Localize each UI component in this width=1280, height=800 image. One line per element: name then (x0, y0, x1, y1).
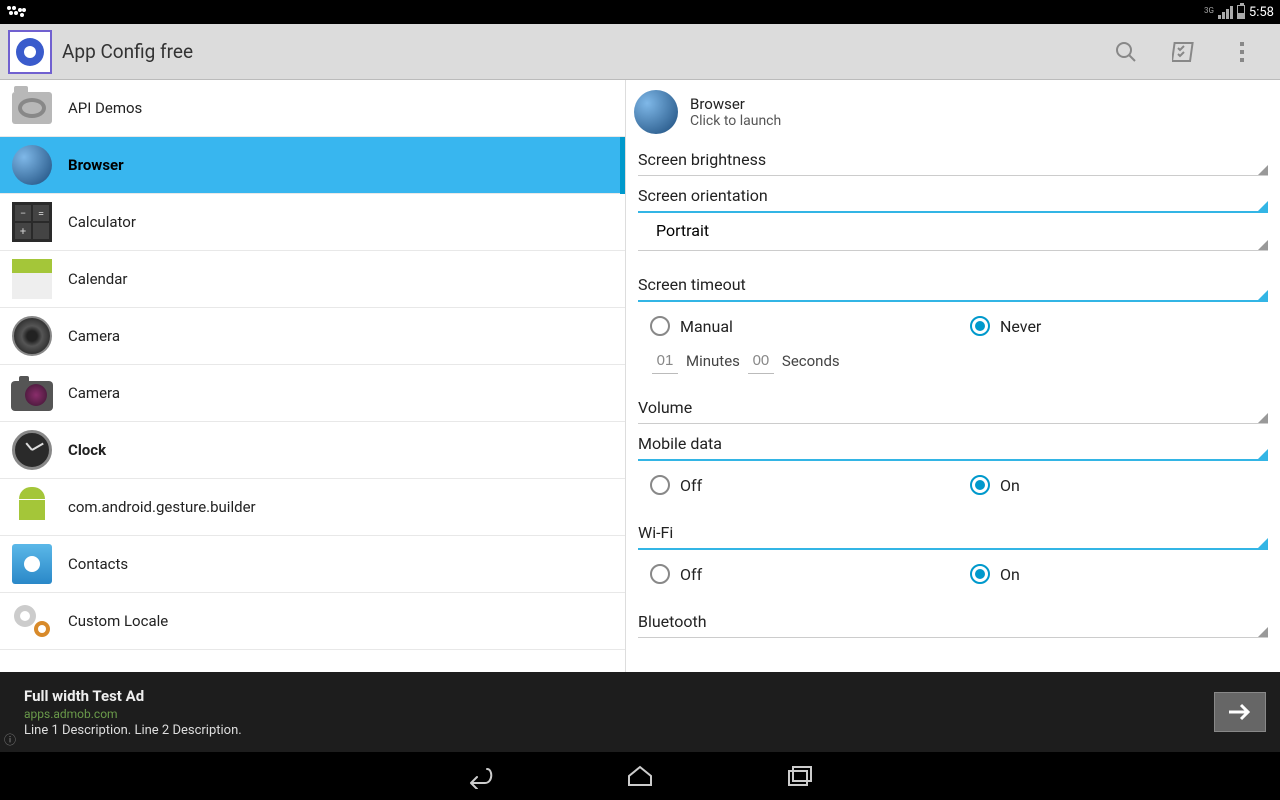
main-content: API Demos Browser −=+ Calculator Calenda… (0, 80, 1280, 672)
app-item-label: Contacts (68, 555, 128, 573)
ad-url: apps.admob.com (24, 707, 242, 721)
app-item-calculator[interactable]: −=+ Calculator (0, 194, 625, 251)
globe-icon (634, 90, 678, 134)
app-item-label: Browser (68, 156, 124, 174)
recents-icon[interactable] (780, 756, 820, 796)
status-bar: 3G 5:58 (0, 0, 1280, 24)
collapse-icon (1258, 538, 1268, 548)
wifi-radio-on[interactable]: On (970, 564, 1230, 584)
globe-icon (10, 143, 54, 187)
app-title: App Config free (62, 40, 1112, 63)
section-timeout[interactable]: Screen timeout (638, 265, 1268, 302)
navigation-bar (0, 752, 1280, 800)
app-item-custom-locale[interactable]: Custom Locale (0, 593, 625, 650)
clock-icon (10, 428, 54, 472)
app-item-clock[interactable]: Clock (0, 422, 625, 479)
calculator-icon: −=+ (10, 200, 54, 244)
expand-icon (1258, 165, 1268, 175)
info-icon[interactable]: ⓘ (4, 731, 16, 748)
app-item-camera-2[interactable]: Camera (0, 365, 625, 422)
signal-icon (1218, 5, 1233, 19)
app-item-label: Camera (68, 327, 120, 345)
dropdown-icon (1258, 240, 1268, 250)
app-item-label: Calendar (68, 270, 128, 288)
ad-banner[interactable]: ⓘ Full width Test Ad apps.admob.com Line… (0, 672, 1280, 752)
timeout-radio-manual[interactable]: Manual (650, 316, 910, 336)
checklist-icon[interactable] (1170, 38, 1198, 66)
home-icon[interactable] (620, 756, 660, 796)
mobiledata-radio-on[interactable]: On (970, 475, 1230, 495)
search-icon[interactable] (1112, 38, 1140, 66)
platform-icon (6, 4, 28, 20)
folder-gear-icon (10, 86, 54, 130)
app-icon[interactable] (8, 30, 52, 74)
action-bar: App Config free (0, 24, 1280, 80)
app-item-label: Calculator (68, 213, 136, 231)
app-item-calendar[interactable]: Calendar (0, 251, 625, 308)
overflow-menu-icon[interactable] (1228, 38, 1256, 66)
clock-time: 5:58 (1249, 5, 1274, 20)
collapse-icon (1258, 290, 1268, 300)
seconds-input[interactable] (748, 348, 774, 374)
mobiledata-radio-off[interactable]: Off (650, 475, 910, 495)
back-icon[interactable] (460, 756, 500, 796)
app-item-label: Camera (68, 384, 120, 402)
app-item-label: Custom Locale (68, 612, 168, 630)
app-item-api-demos[interactable]: API Demos (0, 80, 625, 137)
contacts-icon (10, 542, 54, 586)
android-icon (10, 485, 54, 529)
collapse-icon (1258, 201, 1268, 211)
app-item-browser[interactable]: Browser (0, 137, 625, 194)
battery-icon (1237, 5, 1245, 19)
detail-app-name: Browser (690, 95, 781, 113)
app-item-label: API Demos (68, 99, 142, 117)
aperture-icon (10, 314, 54, 358)
calendar-icon (10, 257, 54, 301)
network-type: 3G (1204, 7, 1214, 15)
app-item-contacts[interactable]: Contacts (0, 536, 625, 593)
section-volume[interactable]: Volume (638, 388, 1268, 424)
timeout-radio-never[interactable]: Never (970, 316, 1230, 336)
arrow-right-icon[interactable] (1214, 692, 1266, 732)
detail-pane: Browser Click to launch Screen brightnes… (626, 80, 1280, 672)
selection-indicator (620, 137, 625, 194)
section-bluetooth[interactable]: Bluetooth (638, 602, 1268, 638)
detail-subtitle: Click to launch (690, 113, 781, 129)
collapse-icon (1258, 449, 1268, 459)
app-item-camera-1[interactable]: Camera (0, 308, 625, 365)
orientation-dropdown[interactable]: Portrait (638, 213, 1268, 251)
expand-icon (1258, 627, 1268, 637)
app-item-label: com.android.gesture.builder (68, 498, 256, 516)
section-wifi[interactable]: Wi-Fi (638, 513, 1268, 550)
app-list[interactable]: API Demos Browser −=+ Calculator Calenda… (0, 80, 625, 672)
gears-icon (10, 599, 54, 643)
section-brightness[interactable]: Screen brightness (638, 140, 1268, 176)
app-item-gesture-builder[interactable]: com.android.gesture.builder (0, 479, 625, 536)
ad-description: Line 1 Description. Line 2 Description. (24, 723, 242, 738)
wifi-radio-off[interactable]: Off (650, 564, 910, 584)
app-item-label: Clock (68, 441, 106, 459)
section-mobile-data[interactable]: Mobile data (638, 424, 1268, 461)
ad-title: Full width Test Ad (24, 687, 242, 705)
section-orientation[interactable]: Screen orientation (638, 176, 1268, 213)
detail-header[interactable]: Browser Click to launch (626, 80, 1280, 140)
expand-icon (1258, 413, 1268, 423)
camera-icon (10, 371, 54, 415)
minutes-input[interactable] (652, 348, 678, 374)
